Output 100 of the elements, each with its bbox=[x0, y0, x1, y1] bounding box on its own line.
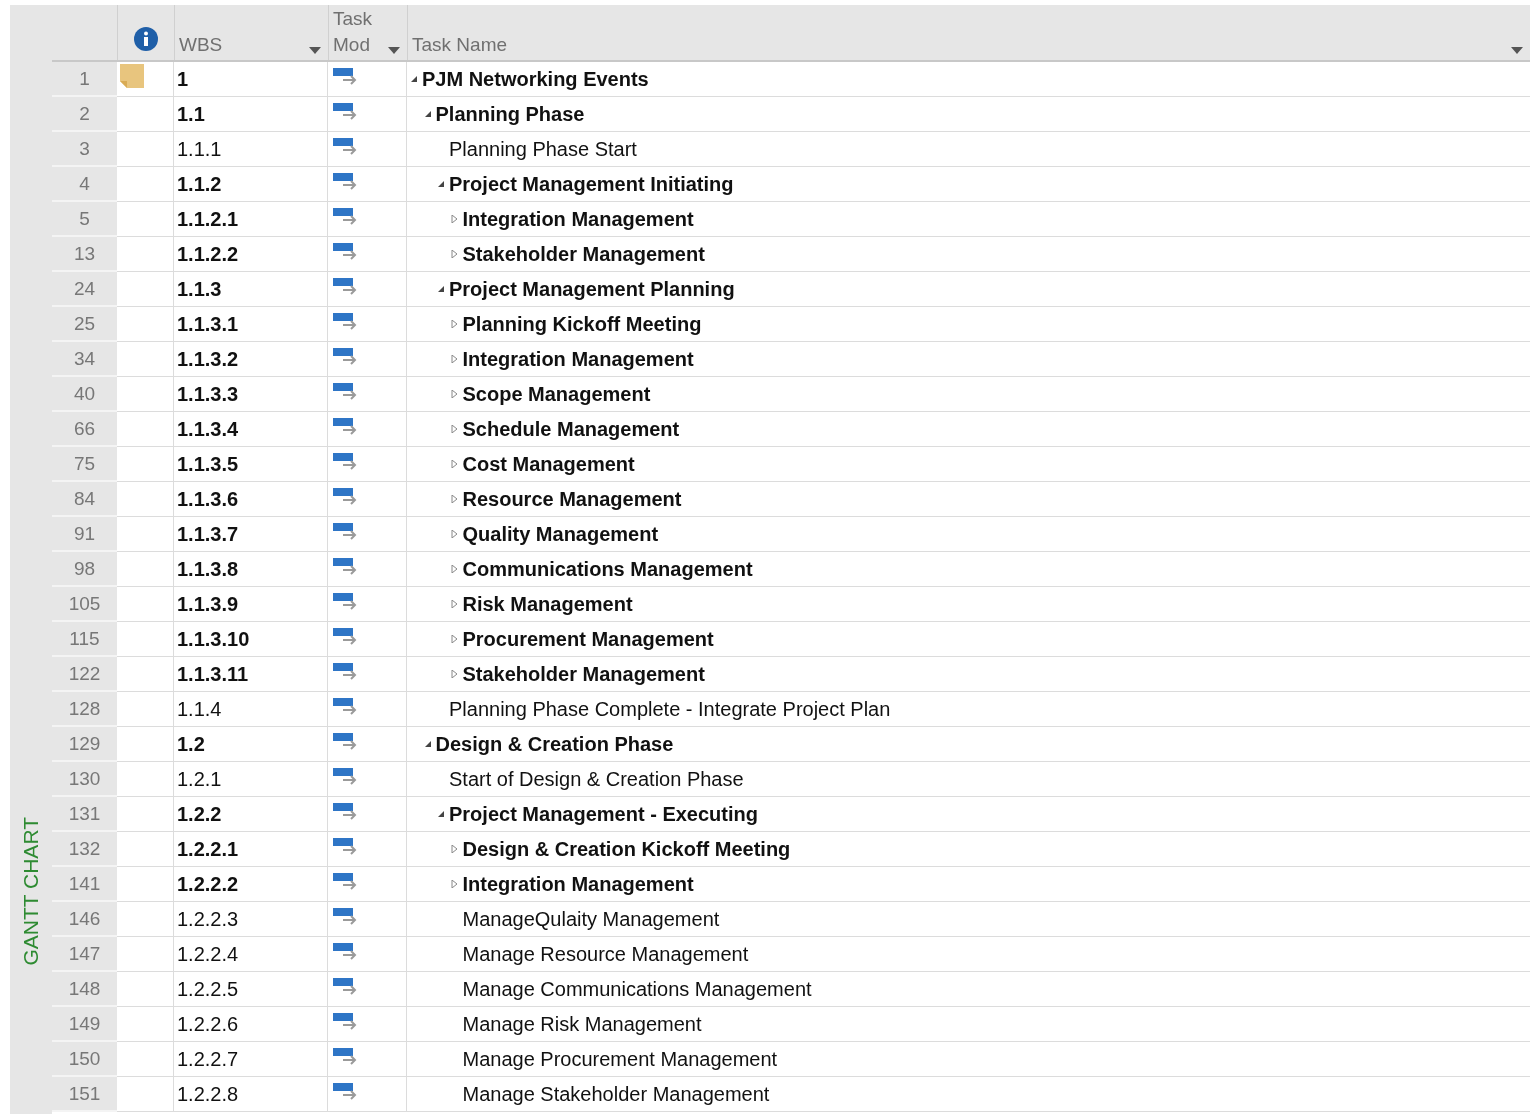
task-name: Project Management Initiating bbox=[449, 172, 734, 196]
toggle-icon[interactable] bbox=[450, 600, 459, 608]
wbs-cell: 1.1.2.1 bbox=[174, 202, 328, 237]
auto-schedule-icon bbox=[333, 348, 359, 366]
toggle-icon[interactable] bbox=[450, 460, 459, 468]
wbs-cell: 1.1.3.7 bbox=[174, 517, 328, 552]
wbs-cell: 1.1.3.2 bbox=[174, 342, 328, 377]
wbs-cell: 1.2.2.6 bbox=[174, 1007, 328, 1042]
auto-schedule-icon bbox=[333, 978, 359, 996]
caret-icon[interactable] bbox=[1511, 47, 1523, 54]
row-number: 5 bbox=[52, 202, 117, 237]
auto-schedule-icon bbox=[333, 453, 359, 471]
wbs-cell: 1.2.2.1 bbox=[174, 832, 328, 867]
task-name: Manage Communications Management bbox=[462, 977, 812, 1001]
task-name: Communications Management bbox=[462, 557, 753, 581]
task-name: Project Management Planning bbox=[449, 277, 735, 301]
wbs-cell: 1.2.2.3 bbox=[174, 902, 328, 937]
task-name: Stakeholder Management bbox=[462, 242, 705, 266]
column-header[interactable]: WBS bbox=[175, 5, 329, 60]
wbs-cell: 1.2 bbox=[174, 727, 328, 762]
task-name: Planning Phase Complete - Integrate Project Plan bbox=[449, 697, 891, 721]
toggle-icon[interactable] bbox=[450, 880, 459, 888]
auto-schedule-icon bbox=[333, 628, 359, 646]
auto-schedule-icon bbox=[333, 803, 359, 821]
toggle-icon[interactable] bbox=[437, 180, 445, 188]
toggle-icon[interactable] bbox=[423, 740, 432, 748]
wbs-cell: 1.1.4 bbox=[174, 692, 328, 727]
toggle-icon[interactable] bbox=[450, 670, 459, 678]
toggle-icon[interactable] bbox=[450, 425, 459, 433]
auto-schedule-icon bbox=[333, 103, 359, 121]
task-name: Manage Stakeholder Management bbox=[462, 1082, 770, 1106]
auto-schedule-icon bbox=[333, 873, 359, 891]
row-number: 146 bbox=[52, 902, 117, 937]
toggle-icon[interactable] bbox=[450, 250, 459, 258]
toggle-icon[interactable] bbox=[450, 355, 459, 363]
row-number: 4 bbox=[52, 167, 117, 202]
task-name: ManageQulaity Management bbox=[462, 907, 720, 931]
auto-schedule-icon bbox=[333, 523, 359, 541]
toggle-icon[interactable] bbox=[437, 285, 445, 293]
auto-schedule-icon bbox=[333, 208, 359, 226]
row-number: 3 bbox=[52, 132, 117, 167]
row-number: 13 bbox=[52, 237, 117, 272]
task-name: Procurement Management bbox=[462, 627, 714, 651]
info-icon bbox=[134, 26, 158, 51]
auto-schedule-icon bbox=[333, 768, 359, 786]
row-number: 1 bbox=[52, 62, 117, 97]
row-number: 2 bbox=[52, 97, 117, 132]
auto-schedule-icon bbox=[333, 243, 359, 261]
toggle-icon[interactable] bbox=[423, 110, 432, 118]
column-header[interactable]: Task Name bbox=[408, 5, 1530, 60]
wbs-cell: 1.1.3.1 bbox=[174, 307, 328, 342]
row-number: 66 bbox=[52, 412, 117, 447]
row-number: 98 bbox=[52, 552, 117, 587]
caret-icon[interactable] bbox=[388, 47, 400, 54]
caret-icon[interactable] bbox=[309, 47, 321, 54]
toggle-icon[interactable] bbox=[410, 75, 418, 83]
row-number: 91 bbox=[52, 517, 117, 552]
auto-schedule-icon bbox=[333, 313, 359, 331]
note-icon bbox=[120, 64, 144, 88]
auto-schedule-icon bbox=[333, 278, 359, 296]
row-number: 150 bbox=[52, 1042, 117, 1077]
row-number: 132 bbox=[52, 832, 117, 867]
auto-schedule-icon bbox=[333, 68, 359, 86]
task-name: Planning Kickoff Meeting bbox=[462, 312, 702, 336]
auto-schedule-icon bbox=[333, 383, 359, 401]
row-number: 149 bbox=[52, 1007, 117, 1042]
task-name: Quality Management bbox=[462, 522, 659, 546]
auto-schedule-icon bbox=[333, 138, 359, 156]
toggle-icon[interactable] bbox=[450, 495, 459, 503]
column-header[interactable]: Task Mod bbox=[329, 5, 408, 60]
wbs-cell: 1.2.2.8 bbox=[174, 1077, 328, 1112]
row-number: 148 bbox=[52, 972, 117, 1007]
wbs-cell: 1.1.3 bbox=[174, 272, 328, 307]
wbs-cell: 1.1.3.6 bbox=[174, 482, 328, 517]
wbs-cell: 1.1.3.3 bbox=[174, 377, 328, 412]
toggle-icon[interactable] bbox=[450, 215, 459, 223]
task-name: Schedule Management bbox=[462, 417, 680, 441]
toggle-icon[interactable] bbox=[450, 565, 459, 573]
toggle-icon[interactable] bbox=[450, 390, 459, 398]
wbs-cell: 1.1.3.9 bbox=[174, 587, 328, 622]
task-name: Design & Creation Kickoff Meeting bbox=[462, 837, 791, 861]
row-number: 147 bbox=[52, 937, 117, 972]
toggle-icon[interactable] bbox=[450, 320, 459, 328]
auto-schedule-icon bbox=[333, 1048, 359, 1066]
auto-schedule-icon bbox=[333, 943, 359, 961]
auto-schedule-icon bbox=[333, 488, 359, 506]
toggle-icon[interactable] bbox=[450, 845, 459, 853]
row-number: 105 bbox=[52, 587, 117, 622]
row-number: 25 bbox=[52, 307, 117, 342]
task-name: Integration Management bbox=[462, 347, 694, 371]
task-name: PJM Networking Events bbox=[422, 67, 649, 91]
toggle-icon[interactable] bbox=[437, 810, 445, 818]
auto-schedule-icon bbox=[333, 663, 359, 681]
auto-schedule-icon bbox=[333, 698, 359, 716]
task-name: Planning Phase Start bbox=[449, 137, 637, 161]
row-number: 151 bbox=[52, 1077, 117, 1112]
view-label: GANTT CHART bbox=[19, 817, 43, 966]
wbs-cell: 1.1.3.5 bbox=[174, 447, 328, 482]
toggle-icon[interactable] bbox=[450, 635, 459, 643]
toggle-icon[interactable] bbox=[450, 530, 459, 538]
